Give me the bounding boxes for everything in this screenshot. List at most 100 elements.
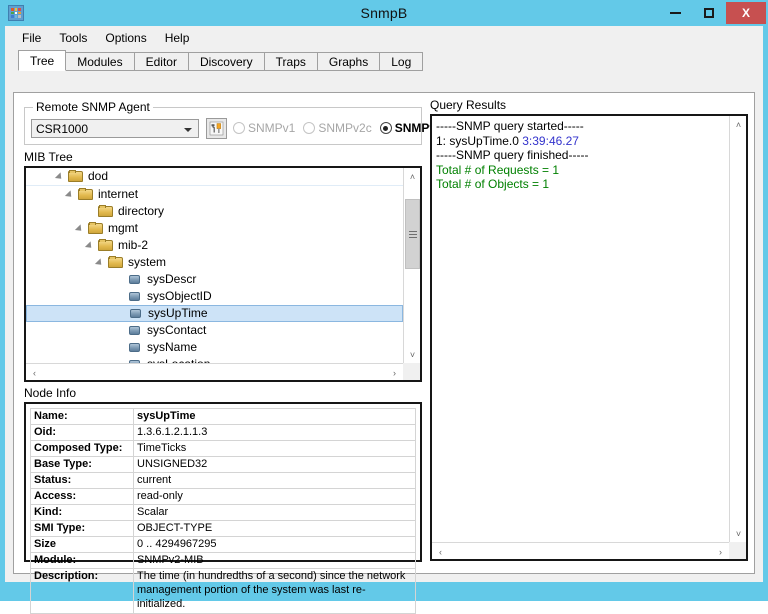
expander-open-icon[interactable] <box>66 189 77 200</box>
expander-open-icon[interactable] <box>76 223 87 234</box>
radio-snmpv1[interactable]: SNMPv1 <box>233 121 295 135</box>
tools-settings-icon <box>209 121 224 136</box>
tree-item-label: internet <box>98 186 138 203</box>
scroll-up-icon[interactable]: ˄ <box>404 168 421 185</box>
expander-open-icon[interactable] <box>56 171 67 182</box>
expander-spacer <box>116 325 127 336</box>
tree-item-syscontact[interactable]: sysContact <box>26 322 403 339</box>
expander-spacer <box>117 308 128 319</box>
tab-graphs[interactable]: Graphs <box>317 52 380 71</box>
scroll-up-icon[interactable]: ˄ <box>730 116 747 133</box>
menu-item-tools[interactable]: Tools <box>50 28 96 48</box>
tree-item-directory[interactable]: directory <box>26 203 403 220</box>
query-result-line: -----SNMP query finished----- <box>436 148 728 163</box>
node-info-key: Status: <box>31 473 134 489</box>
scroll-left-icon[interactable]: ‹ <box>26 364 43 381</box>
query-results-text: -----SNMP query started-----1: sysUpTime… <box>436 119 728 192</box>
mib-object-icon <box>128 290 143 303</box>
chevron-down-icon <box>184 128 192 132</box>
query-results-horizontal-scrollbar[interactable]: ‹ › <box>432 542 729 559</box>
tab-editor[interactable]: Editor <box>134 52 189 71</box>
node-info-label: Node Info <box>24 386 76 400</box>
maximize-button[interactable] <box>692 2 726 24</box>
tree-item-label: mgmt <box>108 220 138 237</box>
mib-tree-vertical-scrollbar[interactable]: ˄ ˅ <box>403 168 420 363</box>
expander-open-icon[interactable] <box>96 257 107 268</box>
scroll-left-icon[interactable]: ‹ <box>432 543 449 560</box>
tab-panel-tree: Remote SNMP Agent CSR1000 <box>13 92 755 574</box>
node-info-value: UNSIGNED32 <box>134 457 416 473</box>
tab-tree[interactable]: Tree <box>18 50 66 71</box>
agent-select-value: CSR1000 <box>36 122 88 136</box>
radio-circle-icon <box>233 122 245 134</box>
node-info-table: Name:sysUpTimeOid:1.3.6.1.2.1.1.3Compose… <box>30 408 416 614</box>
maximize-icon <box>704 8 714 18</box>
scrollbar-corner <box>403 363 420 380</box>
menu-item-file[interactable]: File <box>13 28 50 48</box>
table-row: Size0 .. 4294967295 <box>31 537 416 553</box>
minimize-button[interactable] <box>658 2 692 24</box>
scrollbar-thumb[interactable] <box>405 199 420 269</box>
query-result-segment: 3:39:46.27 <box>522 134 579 148</box>
node-info-key: SMI Type: <box>31 521 134 537</box>
tab-log[interactable]: Log <box>379 52 423 71</box>
expander-spacer <box>86 206 97 217</box>
menu-item-options[interactable]: Options <box>96 28 155 48</box>
grip-icon <box>409 231 417 238</box>
query-result-line: Total # of Objects = 1 <box>436 177 728 192</box>
node-info-key: Description: <box>31 569 134 614</box>
node-info-key: Size <box>31 537 134 553</box>
tree-item-sysobjectid[interactable]: sysObjectID <box>26 288 403 305</box>
menu-item-help[interactable]: Help <box>156 28 199 48</box>
scroll-down-icon[interactable]: ˅ <box>404 346 421 363</box>
remote-snmp-agent-title: Remote SNMP Agent <box>33 100 153 114</box>
mib-object-icon <box>128 324 143 337</box>
tab-discovery[interactable]: Discovery <box>188 52 265 71</box>
node-info-key: Access: <box>31 489 134 505</box>
radio-snmpv1-label: SNMPv1 <box>248 121 295 135</box>
agent-settings-button[interactable] <box>206 118 227 139</box>
expander-open-icon[interactable] <box>86 240 97 251</box>
scroll-down-icon[interactable]: ˅ <box>730 525 747 542</box>
tree-item-sysdescr[interactable]: sysDescr <box>26 271 403 288</box>
tab-traps[interactable]: Traps <box>264 52 318 71</box>
query-result-segment: -----SNMP query started----- <box>436 119 584 133</box>
title-bar: SnmpB X <box>0 0 768 26</box>
client-area: File Tools Options Help Tree Modules Edi… <box>5 26 763 582</box>
expander-spacer <box>116 274 127 285</box>
node-info-value: TimeTicks <box>134 441 416 457</box>
close-button[interactable]: X <box>726 2 766 24</box>
tree-item-system[interactable]: system <box>26 254 403 271</box>
folder-icon <box>98 239 114 252</box>
mib-object-icon <box>128 341 143 354</box>
mib-tree-horizontal-scrollbar[interactable]: ‹ › <box>26 363 403 380</box>
mib-tree-panel: dodinternetdirectorymgmtmib-2systemsysDe… <box>24 166 422 382</box>
query-result-line: Total # of Requests = 1 <box>436 163 728 178</box>
table-row: Access:read-only <box>31 489 416 505</box>
tree-item-sysname[interactable]: sysName <box>26 339 403 356</box>
table-row: Kind:Scalar <box>31 505 416 521</box>
folder-icon <box>68 170 84 183</box>
tree-item-dod[interactable]: dod <box>26 168 403 186</box>
mib-object-icon <box>128 273 143 286</box>
app-grid-icon <box>8 5 24 21</box>
scroll-right-icon[interactable]: › <box>386 364 403 381</box>
table-row: Module:SNMPv2-MIB <box>31 553 416 569</box>
tree-item-mgmt[interactable]: mgmt <box>26 220 403 237</box>
query-result-segment: -----SNMP query finished----- <box>436 148 588 162</box>
radio-circle-selected-icon <box>380 122 392 134</box>
node-info-value: sysUpTime <box>134 409 416 425</box>
query-results-vertical-scrollbar[interactable]: ˄ ˅ <box>729 116 746 542</box>
table-row: Description:The time (in hundredths of a… <box>31 569 416 614</box>
query-results-panel: -----SNMP query started-----1: sysUpTime… <box>430 114 748 561</box>
scroll-right-icon[interactable]: › <box>712 543 729 560</box>
tab-modules[interactable]: Modules <box>65 52 134 71</box>
tree-item-sysuptime[interactable]: sysUpTime <box>26 305 403 322</box>
node-info-panel: Name:sysUpTimeOid:1.3.6.1.2.1.1.3Compose… <box>24 402 422 562</box>
agent-select[interactable]: CSR1000 <box>31 119 199 138</box>
radio-snmpv2c[interactable]: SNMPv2c <box>303 121 371 135</box>
node-info-value: SNMPv2-MIB <box>134 553 416 569</box>
table-row: Composed Type:TimeTicks <box>31 441 416 457</box>
tree-item-mib-2[interactable]: mib-2 <box>26 237 403 254</box>
tree-item-internet[interactable]: internet <box>26 186 403 203</box>
